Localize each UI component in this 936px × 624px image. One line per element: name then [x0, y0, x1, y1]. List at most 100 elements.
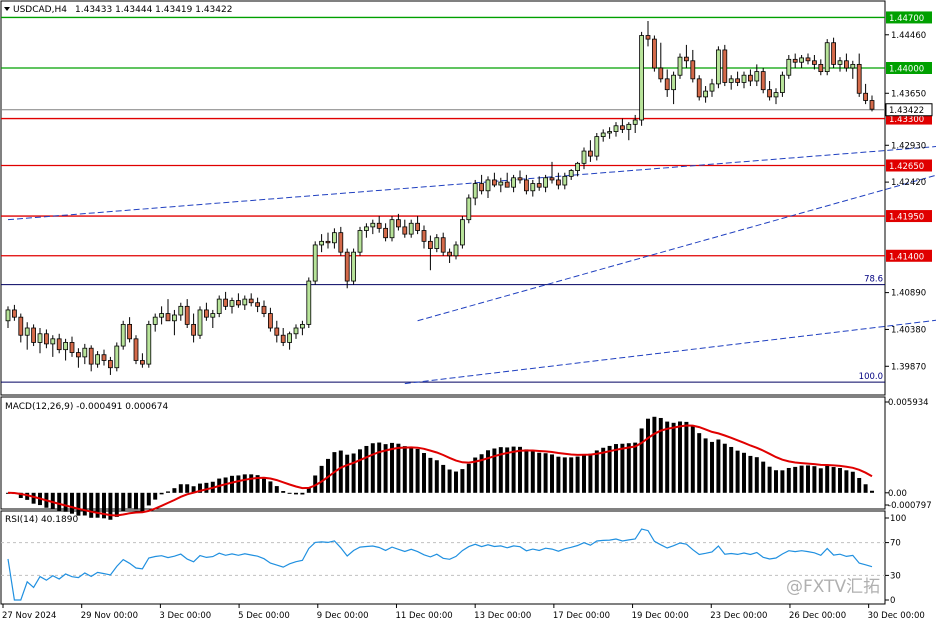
macd-bar — [588, 453, 593, 493]
macd-bar — [761, 461, 766, 493]
level-tag-label: 1.41950 — [889, 213, 924, 223]
time-tick-label: 9 Dec 00:00 — [317, 611, 369, 621]
candle-bear — [140, 360, 145, 365]
candle-bull — [530, 183, 536, 192]
macd-bar — [390, 442, 394, 493]
candle-bull — [824, 42, 830, 73]
watermark: @FXTV汇拓 — [786, 577, 880, 597]
candle-bull — [229, 300, 235, 307]
candle-bull — [773, 92, 779, 98]
candle-bear — [376, 222, 382, 229]
level-tag-label: 1.44000 — [889, 65, 924, 75]
candle-bear — [191, 323, 196, 336]
price-axis: 1.44700 1.44000 1.43300 1.42650 1.41950 1.414… — [885, 11, 933, 372]
macd-bar — [166, 491, 170, 493]
candle-bull — [453, 244, 459, 257]
candle-bull — [626, 123, 632, 130]
price-tick-label: 1.39870 — [891, 362, 926, 372]
level-tag-label: 1.43300 — [889, 115, 924, 125]
candle-bear — [556, 179, 561, 186]
candle-bear — [696, 78, 702, 98]
price-tick-label: 1.44460 — [891, 31, 926, 41]
candle-bear — [760, 71, 766, 91]
macd-bar — [370, 443, 375, 493]
macd-bar — [556, 456, 561, 493]
macd-bar — [153, 492, 158, 500]
candle-bear — [338, 232, 344, 253]
candle-bear — [549, 177, 555, 181]
candle-bear — [325, 240, 331, 244]
macd-bar — [844, 470, 849, 493]
candle-bear — [415, 222, 420, 231]
candle-bull — [568, 170, 574, 177]
macd-bar — [454, 471, 458, 493]
macd-bar — [146, 492, 151, 506]
macd-bar — [345, 454, 350, 493]
macd-bar — [786, 467, 791, 493]
candle-bull — [95, 354, 100, 365]
macd-bar — [582, 454, 586, 493]
time-tick-label: 30 Dec 00:00 — [868, 611, 925, 621]
time-tick-label: 11 Dec 00:00 — [395, 611, 452, 621]
candle-bull — [466, 197, 472, 221]
macd-tick-label: 0.005934 — [888, 398, 929, 408]
candle-bull — [671, 74, 676, 91]
macd-bar — [850, 471, 855, 493]
candle-bull — [498, 181, 504, 186]
candle-bull — [741, 74, 747, 83]
macd-bar — [402, 446, 407, 493]
macd-bar — [230, 475, 234, 493]
macd-bar — [812, 466, 817, 493]
macd-bar — [863, 484, 868, 493]
candle-bear — [396, 219, 401, 228]
candle-bear — [863, 92, 868, 101]
macd-bar — [729, 446, 734, 493]
candle-bear — [620, 125, 625, 130]
time-tick-label: 13 Dec 00:00 — [474, 611, 531, 621]
macd-bar — [428, 457, 433, 493]
candle-bear — [517, 177, 523, 181]
candle-bear — [261, 305, 267, 314]
candle-bull — [82, 347, 88, 358]
macd-bar — [722, 443, 727, 493]
candle-bull — [172, 314, 177, 322]
macd-bar — [409, 446, 414, 493]
macd-bar — [127, 492, 132, 509]
level-tag-label: 1.44700 — [889, 14, 924, 24]
price-tick-label: 1.40890 — [891, 289, 926, 299]
time-tick-label: 23 Dec 00:00 — [710, 611, 767, 621]
time-tick-label: 17 Dec 00:00 — [553, 611, 610, 621]
macd-bar — [294, 492, 298, 495]
candle-bull — [300, 323, 305, 329]
macd-bar — [63, 492, 68, 512]
macd-bar — [76, 492, 81, 516]
macd-bar — [57, 492, 62, 512]
candle-bear — [127, 323, 132, 340]
macd-bar — [831, 467, 836, 493]
time-tick-label: 5 Dec 00:00 — [238, 611, 290, 621]
macd-bar — [665, 421, 670, 493]
macd-bar — [518, 446, 522, 493]
candle-bear — [684, 56, 689, 62]
macd-bar — [268, 481, 273, 493]
macd-bar — [434, 460, 439, 493]
macd-bar — [338, 450, 343, 493]
macd-tick-label: 0.00 — [888, 489, 907, 499]
candle-bull — [485, 179, 491, 192]
candle-bull — [562, 175, 568, 186]
candle-bear — [31, 327, 36, 343]
candle-bull — [389, 219, 395, 239]
macd-bar — [140, 492, 145, 512]
time-tick-label: 3 Dec 00:00 — [159, 611, 211, 621]
candle-bear — [440, 237, 446, 253]
candle-bull — [50, 338, 56, 345]
macd-bar — [742, 452, 746, 493]
candle-bull — [575, 162, 580, 171]
macd-bar — [671, 422, 676, 493]
macd-bar — [236, 475, 241, 493]
candle-bull — [357, 230, 363, 253]
candle-bear — [274, 327, 280, 336]
candle-bull — [837, 60, 843, 65]
price-tick-label: 1.40380 — [891, 325, 926, 335]
rsi-label: RSI(14) 40.1890 — [5, 515, 78, 525]
